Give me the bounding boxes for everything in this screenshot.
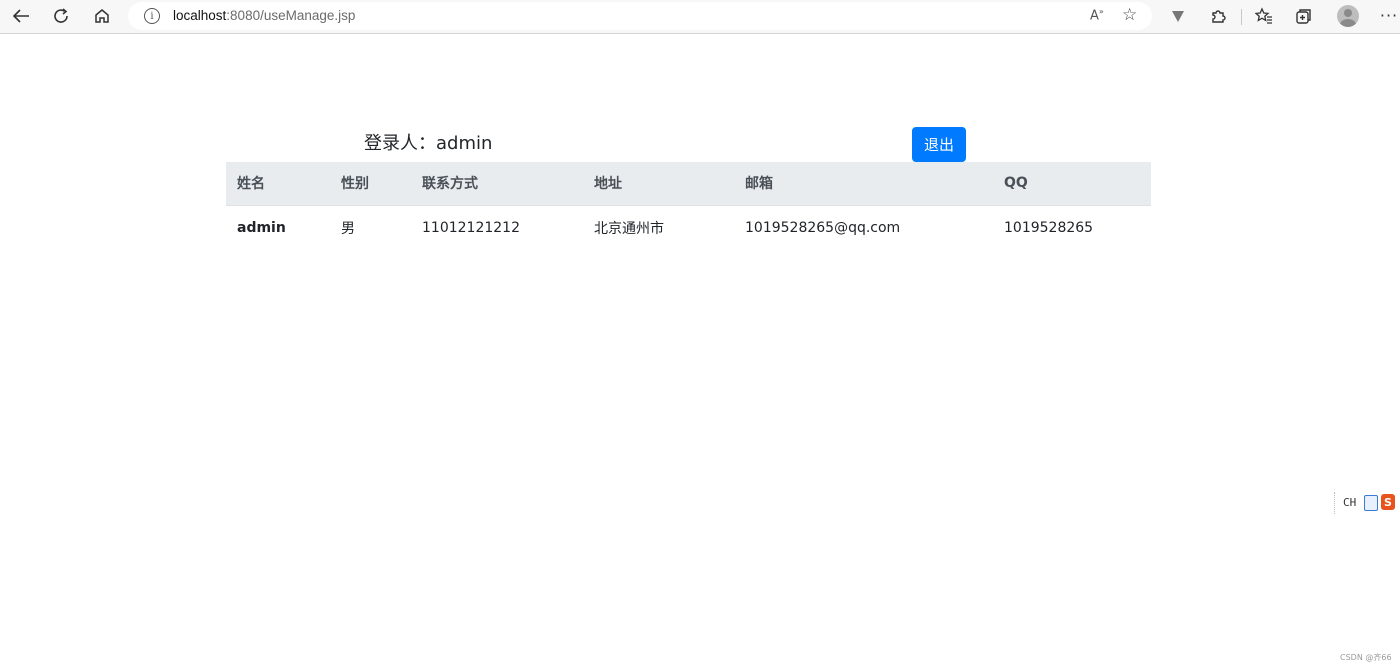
cell-address: 北京通州市 [583, 204, 734, 250]
address-bar[interactable]: i localhost:8080/useManage.jsp A» ☆ [128, 2, 1152, 30]
watermark: CSDN @齐66 [1340, 653, 1392, 662]
puzzle-extension-icon[interactable] [1205, 4, 1231, 28]
column-header-contact: 联系方式 [411, 162, 583, 206]
add-favorite-icon[interactable]: ☆ [1122, 5, 1137, 25]
column-header-email: 邮箱 [734, 162, 993, 206]
more-menu-icon[interactable]: ··· [1376, 4, 1400, 28]
column-header-address: 地址 [583, 162, 734, 206]
ime-pad-icon[interactable] [1364, 495, 1378, 511]
table-header-row: 姓名 性别 联系方式 地址 邮箱 QQ [226, 162, 1151, 206]
logged-in-user-label: 登录人：admin [364, 133, 493, 154]
read-aloud-icon[interactable]: A» [1090, 7, 1104, 23]
cell-gender: 男 [330, 204, 411, 250]
column-header-name: 姓名 [226, 162, 330, 206]
profile-avatar-icon[interactable] [1337, 5, 1359, 27]
column-header-gender: 性别 [330, 162, 411, 206]
collections-icon[interactable] [1291, 4, 1317, 28]
cell-qq: 1019528265 [993, 204, 1151, 250]
column-header-qq: QQ [993, 162, 1151, 206]
cell-contact: 11012121212 [411, 204, 583, 250]
cell-name: admin [226, 204, 330, 250]
back-arrow-icon[interactable] [8, 4, 34, 28]
home-icon[interactable] [89, 4, 115, 28]
browser-toolbar: i localhost:8080/useManage.jsp A» ☆ ··· [0, 0, 1400, 34]
site-info-icon[interactable]: i [144, 8, 160, 24]
logout-button[interactable]: 退出 [912, 127, 966, 162]
user-table: 姓名 性别 联系方式 地址 邮箱 QQ admin 男 11012121212 … [226, 162, 1151, 250]
shield-extension-icon[interactable] [1165, 4, 1191, 28]
cell-email: 1019528265@qq.com [734, 204, 993, 250]
favorites-icon[interactable] [1251, 4, 1277, 28]
reload-icon[interactable] [48, 4, 74, 28]
ime-toolbar[interactable]: CH S [1334, 492, 1400, 514]
table-row: admin 男 11012121212 北京通州市 1019528265@qq.… [226, 204, 1151, 250]
toolbar-divider [1241, 9, 1242, 25]
url-text[interactable]: localhost:8080/useManage.jsp [173, 8, 355, 23]
ime-language-toggle[interactable]: CH [1343, 496, 1356, 509]
ime-logo-icon[interactable]: S [1381, 494, 1395, 510]
